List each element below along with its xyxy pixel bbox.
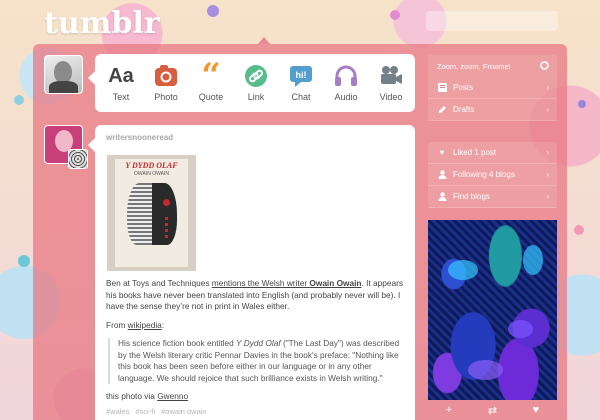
post-quote-button[interactable]: “ Quote (189, 56, 233, 102)
radar-post-image[interactable] (428, 220, 557, 400)
chevron-right-icon: › (546, 83, 549, 92)
post-type-label: Quote (198, 92, 224, 102)
post-paragraph: From wikipedia: (106, 319, 165, 330)
heart-icon: ♥ (439, 148, 445, 157)
book-cover-title: Y DYDD OLAF (125, 161, 178, 170)
sidebar-item-posts[interactable]: Posts › (428, 77, 557, 99)
nav-caret-icon (258, 37, 270, 44)
tag-link[interactable]: #sci-fi (135, 407, 155, 416)
post-type-label: Link (247, 92, 265, 102)
sidebar-blog-menu: Zoom, zoom, Froome! Posts › Drafts › (428, 55, 557, 121)
post-text-button[interactable]: Aa Text (99, 62, 143, 103)
owain-owain-link[interactable]: Owain Owain (309, 278, 361, 288)
chevron-right-icon: › (546, 105, 549, 114)
link-icon (234, 62, 278, 90)
book-cover-image: Y DYDD OLAF OWAIN OWAIN (115, 159, 188, 267)
tag-link[interactable]: #wales (106, 407, 129, 416)
post-link-button[interactable]: Link (234, 62, 278, 102)
card-pointer (88, 138, 95, 152)
sidebar-item-find-blogs[interactable]: Find blogs › (428, 186, 557, 208)
post-photo-button[interactable]: Photo (144, 62, 188, 102)
chat-icon: hi! (279, 62, 323, 90)
sidebar-item-drafts[interactable]: Drafts › (428, 99, 557, 121)
post-blockquote: His science fiction book entitled Y Dydd… (108, 338, 404, 384)
post-video-button[interactable]: Video (369, 62, 413, 102)
post-paragraph: this photo via Gwenno (106, 391, 189, 401)
svg-text:hi!: hi! (296, 70, 307, 80)
camera-icon (144, 62, 188, 90)
radar-actions: + ⇄ ♥ (428, 400, 557, 420)
heart-icon[interactable]: ♥ (533, 404, 540, 416)
search-input[interactable] (426, 11, 558, 31)
chevron-right-icon: › (546, 192, 549, 201)
plus-icon[interactable]: + (446, 404, 452, 416)
chevron-right-icon: › (546, 148, 549, 157)
wikipedia-link[interactable]: wikipedia (128, 320, 162, 330)
tumblr-logo[interactable]: tumblr (44, 6, 160, 41)
reblog-source-avatar[interactable] (68, 149, 88, 169)
sidebar-blog-title[interactable]: Zoom, zoom, Froome! (428, 55, 557, 77)
sidebar-item-likes[interactable]: ♥ Liked 1 post › (428, 142, 557, 164)
reblog-icon[interactable]: ⇄ (488, 404, 497, 417)
sidebar-account-menu: ♥ Liked 1 post › Following 4 blogs › Fin… (428, 142, 557, 208)
posts-icon (437, 83, 447, 93)
book-cover-author: OWAIN OWAIN (134, 171, 169, 177)
post-body: Ben at Toys and Techniques mentions the … (106, 278, 404, 410)
tag-link[interactable]: #owain owain (161, 407, 206, 416)
top-bar: tumblr (0, 0, 600, 44)
post-type-label: Video (379, 92, 403, 102)
quote-icon: “ (201, 56, 221, 96)
post-type-label: Text (112, 92, 130, 102)
headphones-icon (324, 62, 368, 90)
post-audio-button[interactable]: Audio (324, 62, 368, 102)
post-type-composer: Aa Text Photo “ Quote Link hi! Chat Audi… (88, 54, 415, 112)
mentions-link[interactable]: mentions the Welsh writer (212, 278, 310, 288)
person-icon (437, 192, 447, 202)
post-chat-button[interactable]: hi! Chat (279, 62, 323, 102)
drafts-icon (437, 105, 447, 115)
chevron-right-icon: › (546, 170, 549, 179)
gwenno-link[interactable]: Gwenno (157, 391, 188, 401)
post-photo[interactable]: Y DYDD OLAF OWAIN OWAIN (107, 155, 196, 271)
post-type-label: Photo (154, 92, 178, 102)
post-blog-name[interactable]: writersnooneread (106, 133, 173, 142)
text-icon: Aa (108, 64, 134, 87)
post-tags: #wales #sci-fi #owain owain (106, 407, 211, 416)
post-type-label: Audio (334, 92, 358, 102)
post-paragraph: Ben at Toys and Techniques mentions the … (106, 278, 404, 311)
gear-icon[interactable] (540, 61, 549, 70)
sidebar-item-following[interactable]: Following 4 blogs › (428, 164, 557, 186)
post-type-label: Chat (291, 92, 311, 102)
post-card: writersnooneread Y DYDD OLAF OWAIN OWAIN… (95, 125, 415, 420)
user-avatar[interactable] (44, 55, 83, 94)
video-camera-icon (369, 62, 413, 90)
person-icon (437, 170, 447, 180)
